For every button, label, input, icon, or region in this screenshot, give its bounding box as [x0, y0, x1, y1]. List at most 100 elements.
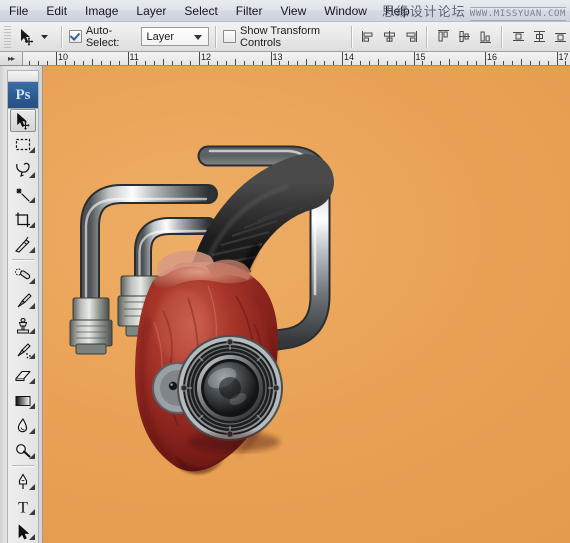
align-bottom-edges-button[interactable] — [476, 27, 495, 46]
tool-crop-tool[interactable] — [8, 207, 38, 232]
auto-select-target-dropdown[interactable]: Layer — [140, 27, 210, 46]
tool-lasso-tool[interactable] — [8, 157, 38, 182]
ruler-major-tick — [270, 52, 272, 65]
ruler-minor-tick — [38, 61, 40, 65]
active-tool-preview[interactable] — [15, 27, 55, 47]
align-vertical-centers-button[interactable] — [455, 27, 474, 46]
tool-eraser-tool[interactable] — [8, 363, 38, 388]
menu-item-window[interactable]: Window — [316, 2, 375, 20]
auto-select-target-value: Layer — [146, 30, 175, 43]
flyout-triangle-icon — [29, 328, 35, 334]
tool-path-selection-tool[interactable] — [8, 519, 38, 543]
document-canvas[interactable] — [43, 66, 570, 543]
ruler-major-tick — [199, 52, 200, 65]
options-separator-3 — [351, 25, 354, 48]
tool-dodge-tool[interactable] — [8, 438, 38, 463]
tool-spot-healing-brush-tool[interactable] — [8, 263, 38, 288]
double-chevron-right-icon: ▸▸ — [7, 54, 15, 63]
flyout-triangle-icon — [29, 378, 35, 384]
options-separator-4 — [426, 25, 429, 48]
align-top-edges-button[interactable] — [434, 27, 453, 46]
horizontal-ruler[interactable]: ▸▸ 10 11 12 13 14 15 16 17 — [0, 52, 570, 66]
chevron-down-icon — [194, 35, 203, 40]
flyout-triangle-icon — [29, 222, 35, 228]
ruler-minor-tick — [172, 61, 174, 65]
align-left-edges-button[interactable] — [359, 27, 378, 46]
flyout-triangle-icon — [29, 147, 35, 153]
ruler-minor-tick — [404, 61, 406, 65]
ruler-major-tick — [342, 52, 343, 65]
menu-item-select[interactable]: Select — [176, 2, 225, 20]
flyout-triangle-icon — [29, 172, 35, 178]
align-buttons-group — [359, 27, 420, 46]
auto-select-checkbox-group[interactable]: Auto-Select: — [68, 24, 136, 49]
tool-move-tool[interactable] — [10, 109, 36, 132]
ruler-minor-tick — [395, 61, 397, 65]
distribute-bottom-edges-button[interactable] — [551, 27, 570, 46]
tool-history-brush-tool[interactable] — [8, 338, 38, 363]
ruler-minor-tick — [91, 59, 93, 65]
tool-preset-dropdown-arrow[interactable] — [40, 32, 49, 41]
menu-item-filter[interactable]: Filter — [228, 2, 271, 20]
tool-magic-wand-tool[interactable] — [8, 182, 38, 207]
show-transform-controls-checkbox[interactable] — [223, 30, 237, 43]
ruler-minor-tick — [47, 61, 49, 65]
menu-item-edit[interactable]: Edit — [38, 2, 75, 20]
flyout-triangle-icon — [29, 534, 35, 540]
flyout-triangle-icon — [29, 509, 35, 515]
toolbox-drag-handle[interactable] — [8, 71, 38, 82]
toolbox-panel: Ps T — [0, 66, 43, 543]
align-right-edges-button[interactable] — [401, 27, 420, 46]
ruler-minor-tick — [163, 59, 165, 65]
show-transform-controls-group[interactable]: Show Transform Controls — [223, 25, 345, 49]
tool-rectangular-marquee-tool[interactable] — [8, 132, 38, 157]
artwork-mechanical-heart[interactable] — [58, 86, 338, 476]
flyout-triangle-icon — [29, 484, 35, 490]
ruler-label: 11 — [129, 52, 139, 62]
ruler-minor-tick — [207, 61, 209, 65]
ruler-major-tick — [556, 52, 558, 65]
tool-horizontal-type-tool[interactable]: T — [8, 494, 38, 519]
ruler-minor-tick — [100, 61, 102, 65]
options-separator-5 — [501, 25, 504, 48]
menu-item-file[interactable]: File — [1, 2, 36, 20]
ruler-minor-tick — [333, 61, 335, 65]
menu-item-layer[interactable]: Layer — [128, 2, 174, 20]
tool-gradient-tool[interactable] — [8, 388, 38, 413]
ruler-minor-tick — [279, 61, 281, 65]
show-transform-controls-label: Show Transform Controls — [240, 24, 321, 49]
ruler-minor-tick — [288, 61, 290, 65]
ruler-minor-tick — [538, 61, 540, 65]
tool-blur-tool[interactable] — [8, 413, 38, 438]
ruler-minor-tick — [261, 61, 263, 65]
photoshop-logo-text: Ps — [15, 86, 31, 103]
watermark: 思缘设计论坛 WWW.MISSYUAN.COM — [382, 1, 566, 21]
ruler-minor-tick — [476, 61, 478, 65]
tool-clone-stamp-tool[interactable] — [8, 313, 38, 338]
ruler-minor-tick — [306, 59, 308, 65]
distribute-vertical-centers-button[interactable] — [530, 27, 549, 46]
options-bar-grip[interactable] — [4, 25, 11, 48]
flyout-triangle-icon — [29, 197, 35, 203]
auto-select-checkbox[interactable] — [68, 30, 82, 43]
align-vertical-group — [434, 27, 495, 46]
tool-pen-tool[interactable] — [8, 469, 38, 494]
photoshop-logo: Ps — [8, 82, 38, 109]
watermark-chinese: 思缘设计论坛 — [381, 5, 466, 20]
ruler-label: 12 — [201, 52, 212, 62]
ruler-minor-tick — [350, 61, 352, 65]
ruler-label: 17 — [558, 52, 569, 62]
auto-select-label: Auto-Select: — [85, 24, 120, 49]
distribute-top-edges-button[interactable] — [509, 27, 528, 46]
menu-item-image[interactable]: Image — [77, 2, 126, 20]
panel-collapse-toggle[interactable]: ▸▸ — [0, 52, 23, 65]
ruler-minor-tick — [145, 61, 147, 65]
tool-slice-tool[interactable] — [8, 232, 38, 257]
tool-brush-tool[interactable] — [8, 288, 38, 313]
ruler-minor-tick — [440, 61, 442, 65]
menu-item-view[interactable]: View — [272, 2, 314, 20]
toolbox-inner: Ps T — [7, 70, 39, 543]
align-horizontal-centers-button[interactable] — [380, 27, 399, 46]
ruler-minor-tick — [234, 59, 236, 65]
ruler-minor-tick — [467, 61, 469, 65]
